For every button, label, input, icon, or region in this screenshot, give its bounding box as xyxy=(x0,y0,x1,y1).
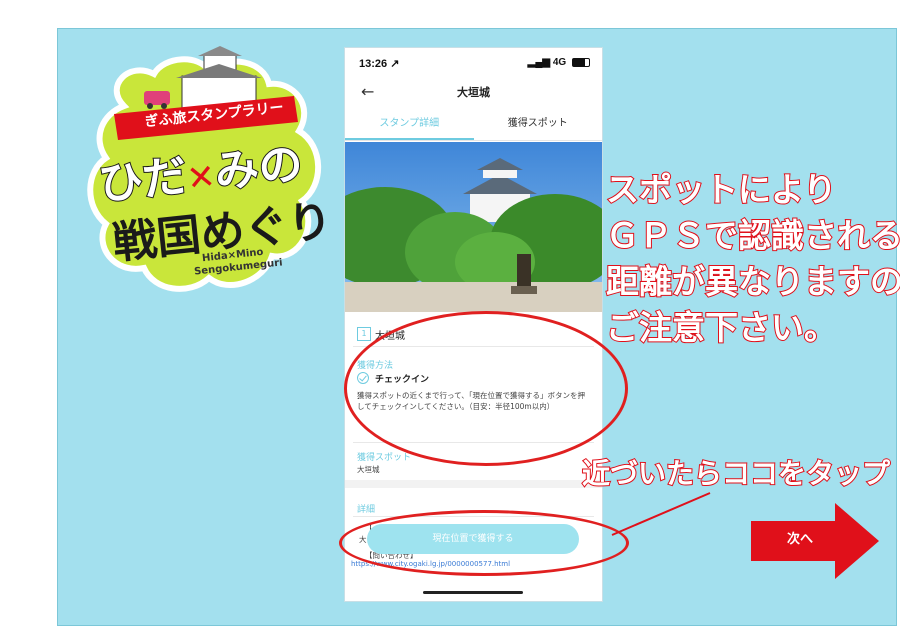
gps-warning-callout: スポットにより ＧＰＳで認識される 距離が異なりますので ご注意下さい。 xyxy=(605,167,900,351)
signal-icon: ▂▄▆ xyxy=(527,57,553,68)
tab-bar: スタンプ詳細 獲得スポット xyxy=(345,110,602,141)
status-bar: 13:26 ↗ ▂▄▆ 4G xyxy=(345,48,602,76)
warning-line-4: ご注意下さい。 xyxy=(605,307,838,348)
section-separator xyxy=(345,480,602,488)
next-arrow-icon[interactable] xyxy=(751,503,879,579)
acquire-spot-value: 大垣城 xyxy=(357,465,380,474)
tab-stamp-details[interactable]: スタンプ詳細 xyxy=(345,110,474,140)
castle-photo xyxy=(345,142,602,312)
status-indicators: ▂▄▆ 4G xyxy=(528,57,590,68)
status-time: 13:26 ↗ xyxy=(359,58,400,70)
highlight-ellipse-checkin xyxy=(344,311,628,466)
tab-acquired-spots[interactable]: 獲得スポット xyxy=(474,110,603,140)
highlight-ellipse-button xyxy=(339,510,629,576)
cross-icon: ✕ xyxy=(184,156,218,200)
home-indicator xyxy=(423,591,523,594)
nav-bar: ← 大垣城 xyxy=(345,78,602,106)
acquire-spot-heading: 獲得スポット xyxy=(357,453,412,463)
next-label[interactable]: 次へ xyxy=(787,528,813,547)
warning-line-1: スポットにより xyxy=(605,169,837,210)
network-label: 4G xyxy=(552,57,567,68)
battery-icon xyxy=(572,57,590,67)
page-title: 大垣城 xyxy=(457,86,490,99)
warning-line-2: ＧＰＳで認識される xyxy=(605,215,900,256)
warning-line-3: 距離が異なりますので xyxy=(605,261,900,302)
details-heading: 詳細 xyxy=(357,505,376,515)
callout-connector-line xyxy=(611,492,711,536)
stamp-rally-logo: ぎふ旅スタンプラリー ひだ✕みの 戦国めぐり Hida×Mino Sengoku… xyxy=(84,46,335,306)
spot-number-badge: 1 xyxy=(357,327,371,341)
tap-here-callout: 近づいたらココをタップ xyxy=(581,456,891,491)
